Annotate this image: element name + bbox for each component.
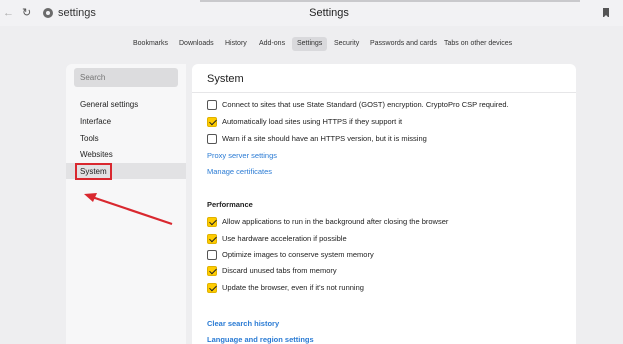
sidebar-item-interface[interactable]: Interface: [66, 114, 186, 130]
bookmark-icon[interactable]: [603, 8, 609, 18]
sidebar-item-system[interactable]: System: [66, 163, 186, 180]
reload-icon[interactable]: ↻: [22, 6, 34, 20]
option-label: Warn if a site should have an HTTPS vers…: [222, 134, 427, 143]
sidebar-item-system-label: System: [75, 163, 112, 180]
hardware-acceleration-checkbox[interactable]: [207, 234, 217, 244]
gost-checkbox[interactable]: [207, 100, 217, 110]
option-label: Connect to sites that use State Standard…: [222, 100, 509, 109]
back-arrow-icon[interactable]: ←: [3, 6, 15, 20]
option-label: Optimize images to conserve system memor…: [222, 250, 374, 259]
https-autoload-checkbox[interactable]: [207, 117, 217, 127]
update-browser-checkbox[interactable]: [207, 283, 217, 293]
discard-tabs-checkbox[interactable]: [207, 266, 217, 276]
browser-toolbar: ← ↻ settings Settings: [0, 0, 623, 26]
tab-add-ons[interactable]: Add-ons: [259, 37, 285, 51]
system-settings-panel: System Connect to sites that use State S…: [192, 64, 576, 344]
settings-tabs: Bookmarks Downloads History Add-ons Sett…: [0, 37, 623, 51]
tab-other-devices[interactable]: Tabs on other devices: [444, 37, 512, 51]
option-label: Allow applications to run in the backgro…: [222, 217, 449, 226]
window-title: Settings: [309, 7, 349, 19]
sidebar-item-tools[interactable]: Tools: [66, 131, 186, 147]
sidebar-item-websites[interactable]: Websites: [66, 147, 186, 163]
proxy-settings-link[interactable]: Proxy server settings: [207, 150, 277, 162]
address-bar[interactable]: settings: [58, 6, 96, 20]
option-label: Discard unused tabs from memory: [222, 266, 337, 275]
title-divider: [192, 92, 576, 93]
tab-downloads[interactable]: Downloads: [179, 37, 214, 51]
sidebar-item-general-settings[interactable]: General settings: [66, 97, 186, 113]
settings-site-icon: [43, 8, 53, 18]
optimize-images-checkbox[interactable]: [207, 250, 217, 260]
https-warning-checkbox[interactable]: [207, 134, 217, 144]
toolbar-edge: [200, 0, 580, 2]
option-label: Update the browser, even if it's not run…: [222, 283, 364, 292]
clear-search-history-link[interactable]: Clear search history: [207, 318, 279, 330]
language-region-settings-link[interactable]: Language and region settings: [207, 334, 314, 344]
manage-certificates-link[interactable]: Manage certificates: [207, 166, 272, 178]
performance-heading: Performance: [207, 200, 253, 209]
option-label: Automatically load sites using HTTPS if …: [222, 117, 403, 126]
tab-bookmarks[interactable]: Bookmarks: [133, 37, 168, 51]
tab-history[interactable]: History: [225, 37, 247, 51]
page-title: System: [207, 73, 244, 85]
tab-settings[interactable]: Settings: [292, 37, 328, 51]
background-apps-checkbox[interactable]: [207, 217, 217, 227]
option-label: Use hardware acceleration if possible: [222, 234, 347, 243]
tab-security[interactable]: Security: [334, 37, 359, 51]
settings-sidebar: General settings Interface Tools Website…: [66, 64, 186, 344]
settings-search-input[interactable]: [74, 68, 178, 87]
tab-passwords-and-cards[interactable]: Passwords and cards: [370, 37, 437, 51]
